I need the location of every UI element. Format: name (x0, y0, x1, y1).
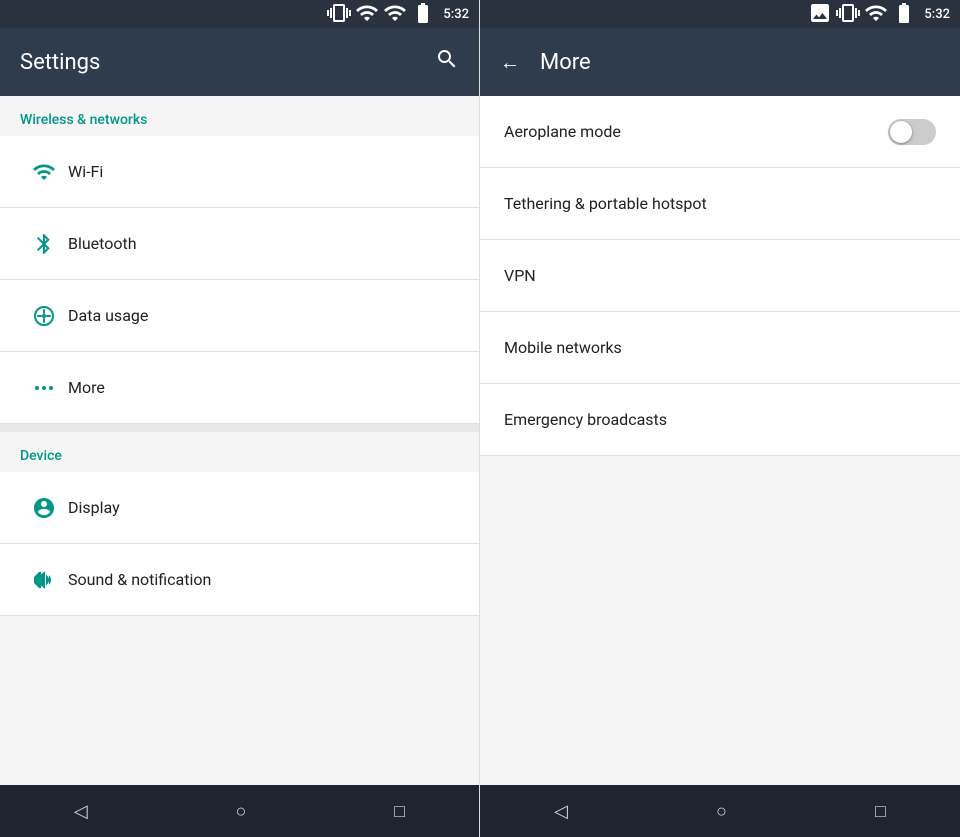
display-item[interactable]: Display (0, 472, 479, 544)
data-usage-icon (20, 304, 68, 328)
nav-bar-right: ◁ ○ □ (480, 785, 960, 837)
sound-icon (20, 568, 68, 592)
tethering-label: Tethering & portable hotspot (504, 194, 707, 213)
data-usage-label: Data usage (68, 306, 148, 325)
tethering-item[interactable]: Tethering & portable hotspot (480, 168, 960, 240)
more-icon (20, 376, 68, 400)
sound-label: Sound & notification (68, 570, 211, 589)
display-label: Display (68, 498, 120, 517)
left-panel: 5:32 Settings Wireless & networks Wi-Fi … (0, 0, 480, 837)
signal-icon (355, 1, 379, 28)
photo-icon-status (808, 1, 832, 28)
display-icon (20, 496, 68, 520)
nav-bar-left: ◁ ○ □ (0, 785, 479, 837)
vpn-label: VPN (504, 266, 536, 285)
aeroplane-toggle[interactable] (888, 119, 936, 145)
more-title: More (540, 50, 591, 75)
wifi-icon (20, 160, 68, 184)
more-label: More (68, 378, 105, 397)
signal-icon-right (864, 1, 888, 28)
bluetooth-item[interactable]: Bluetooth (0, 208, 479, 280)
vibrate-icon-right (836, 1, 860, 28)
aeroplane-label: Aeroplane mode (504, 122, 621, 141)
home-button-left[interactable]: ○ (216, 791, 267, 832)
status-icons-left: 5:32 (327, 1, 469, 28)
home-button-right[interactable]: ○ (696, 791, 747, 832)
time-right: 5:32 (924, 7, 950, 22)
data-usage-item[interactable]: Data usage (0, 280, 479, 352)
emergency-label: Emergency broadcasts (504, 410, 667, 429)
more-content: Aeroplane mode Tethering & portable hots… (480, 96, 960, 785)
back-button-header[interactable]: ← (500, 50, 520, 75)
recents-button-left[interactable]: □ (374, 791, 425, 832)
battery-icon-right (892, 1, 916, 28)
bluetooth-icon (20, 232, 68, 256)
vibrate-icon (327, 1, 351, 28)
wireless-section-header: Wireless & networks (0, 96, 479, 136)
wifi-icon-status (383, 1, 407, 28)
back-button-left[interactable]: ◁ (54, 791, 108, 832)
back-button-right[interactable]: ◁ (534, 791, 588, 832)
status-bar-right: 5:32 (480, 0, 960, 28)
wifi-label: Wi-Fi (68, 162, 103, 181)
status-bar-left: 5:32 (0, 0, 479, 28)
more-header: ← More (480, 28, 960, 96)
device-section-header: Device (0, 432, 479, 472)
section-divider (0, 424, 479, 432)
recents-button-right[interactable]: □ (855, 791, 906, 832)
mobile-networks-label: Mobile networks (504, 338, 622, 357)
right-panel: 5:32 ← More Aeroplane mode Tethering & p… (480, 0, 960, 837)
search-button[interactable] (435, 47, 459, 77)
toggle-knob (890, 121, 912, 143)
time-left: 5:32 (443, 7, 469, 22)
battery-icon (411, 1, 435, 28)
mobile-networks-item[interactable]: Mobile networks (480, 312, 960, 384)
aeroplane-item[interactable]: Aeroplane mode (480, 96, 960, 168)
settings-header: Settings (0, 28, 479, 96)
wifi-item[interactable]: Wi-Fi (0, 136, 479, 208)
settings-title: Settings (20, 50, 100, 75)
more-item[interactable]: More (0, 352, 479, 424)
status-icons-right: 5:32 (808, 1, 950, 28)
settings-content: Wireless & networks Wi-Fi Bluetooth Data… (0, 96, 479, 785)
vpn-item[interactable]: VPN (480, 240, 960, 312)
emergency-item[interactable]: Emergency broadcasts (480, 384, 960, 456)
header-left: ← More (500, 50, 591, 75)
sound-item[interactable]: Sound & notification (0, 544, 479, 616)
bluetooth-label: Bluetooth (68, 234, 137, 253)
